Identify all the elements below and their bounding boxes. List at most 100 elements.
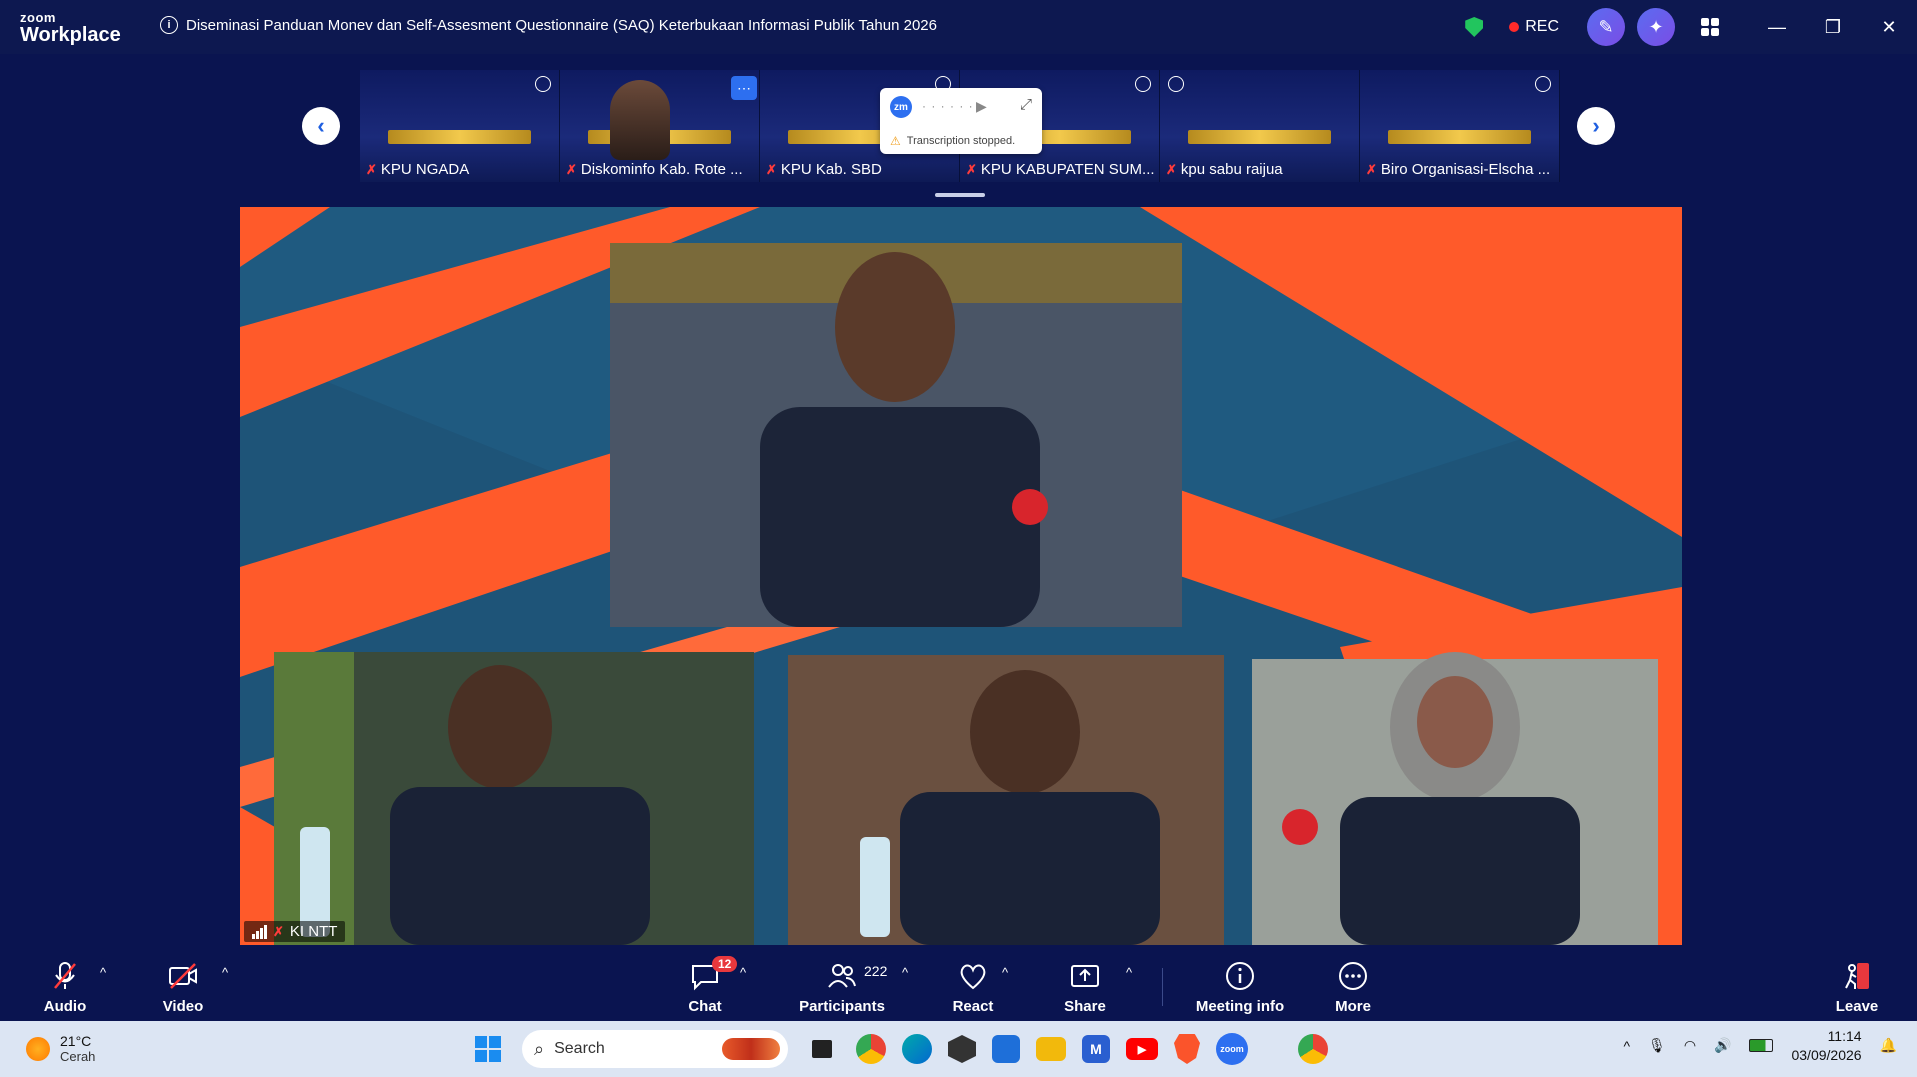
volume-icon[interactable]: 🔊 <box>1714 1037 1731 1054</box>
share-button[interactable]: Share <box>1060 945 1110 1021</box>
participants-button[interactable]: Participants <box>799 945 885 1021</box>
mic-muted-icon: ✗ <box>273 923 284 939</box>
mic-muted-icon: ✗ <box>966 161 977 177</box>
weather-widget[interactable]: 21°C Cerah <box>26 1033 95 1064</box>
participant-thumbnail[interactable]: ✗ kpu sabu raijua <box>1160 70 1360 182</box>
play-icon[interactable]: ▶ <box>976 98 987 115</box>
participants-options-caret-icon[interactable]: ^ <box>902 965 908 980</box>
audio-options-caret-icon[interactable]: ^ <box>100 965 106 980</box>
info-circle-icon <box>1226 962 1254 990</box>
thumbnail-name: kpu sabu raijua <box>1180 161 1283 178</box>
main-video-label: ✗ KI NTT <box>244 921 346 942</box>
search-icon: ⌕ <box>534 1038 545 1059</box>
audio-button[interactable]: Audio <box>40 945 90 1021</box>
recording-indicator[interactable]: REC <box>1509 18 1559 36</box>
expand-icon[interactable]: ⤢ <box>1020 96 1032 113</box>
thumbnail-name: KPU KABUPATEN SUM... <box>980 161 1155 178</box>
edge-icon[interactable] <box>902 1034 932 1064</box>
meeting-info-button[interactable]: Meeting info <box>1190 945 1290 1021</box>
microphone-in-use-icon[interactable]: 🎙 <box>1648 1037 1666 1054</box>
thumbnail-name: KPU NGADA <box>380 161 470 178</box>
mic-muted-icon: ✗ <box>566 161 577 177</box>
zoom-logo-icon: zm <box>890 96 912 118</box>
main-video-participant-name: KI NTT <box>289 923 338 940</box>
app-hexagon-icon[interactable] <box>948 1035 976 1063</box>
react-label: React <box>952 998 994 1015</box>
thumbnail-more-options-button[interactable]: ⋯ <box>731 76 757 100</box>
connection-signal-icon <box>252 924 267 939</box>
share-options-caret-icon[interactable]: ^ <box>1126 965 1132 980</box>
system-clock[interactable]: 11:14 03/09/2026 <box>1791 1027 1861 1065</box>
speaker-icon <box>535 76 551 92</box>
wifi-icon[interactable]: ◠ <box>1684 1037 1696 1054</box>
store-icon[interactable] <box>992 1035 1020 1063</box>
leave-label: Leave <box>1835 998 1879 1015</box>
thumbnail-name: KPU Kab. SBD <box>780 161 882 178</box>
participants-icon <box>828 964 856 988</box>
thumbnail-name: Diskominfo Kab. Rote ... <box>580 161 743 178</box>
notifications-icon[interactable]: 🔔 <box>1880 1037 1897 1054</box>
info-icon[interactable]: i <box>160 16 178 34</box>
ai-companion-button[interactable]: ✦ <box>1637 8 1675 46</box>
react-options-caret-icon[interactable]: ^ <box>1002 965 1008 980</box>
encryption-shield-icon[interactable] <box>1465 17 1484 37</box>
drag-handle-icon[interactable]: · · · · · · · <box>922 99 983 113</box>
close-icon[interactable]: ✕ <box>1861 17 1917 38</box>
chrome-profile-icon[interactable] <box>1298 1034 1328 1064</box>
chat-options-caret-icon[interactable]: ^ <box>740 965 746 980</box>
share-label: Share <box>1064 998 1106 1015</box>
next-page-button[interactable]: › <box>1577 107 1615 145</box>
minimize-icon[interactable]: — <box>1749 17 1805 38</box>
thumbnail-name: Biro Organisasi-Elscha ... <box>1380 161 1551 178</box>
strip-scroll-indicator[interactable] <box>935 193 985 197</box>
heart-icon <box>960 964 986 990</box>
chrome-icon[interactable] <box>856 1034 886 1064</box>
meeting-toolbar: Audio ^ Video ^ Chat ^ Participants 222 … <box>0 945 1917 1021</box>
participant-thumbnail[interactable]: ✗ KPU NGADA <box>360 70 560 182</box>
ai-companion-notes-button[interactable]: ✎ <box>1587 8 1625 46</box>
mic-muted-icon: ✗ <box>766 161 777 177</box>
meeting-title: i Diseminasi Panduan Monev dan Self-Asse… <box>160 16 937 34</box>
audio-label: Audio <box>43 998 87 1015</box>
file-explorer-icon[interactable] <box>1036 1037 1066 1061</box>
rec-dot-icon <box>1509 22 1520 32</box>
participant-thumbnail[interactable]: ✗ Biro Organisasi-Elscha ... <box>1360 70 1560 182</box>
youtube-icon[interactable]: ▶ <box>1126 1038 1158 1060</box>
meeting-title-text: Diseminasi Panduan Monev dan Self-Assesm… <box>186 16 937 34</box>
participant-thumbnail[interactable]: ✗ Diskominfo Kab. Rote ... <box>560 70 760 182</box>
view-grid-icon[interactable] <box>1701 18 1719 36</box>
speaker-icon <box>1168 76 1184 92</box>
speaker-icon <box>1535 76 1551 92</box>
search-placeholder: Search <box>554 1040 605 1057</box>
windows-start-icon[interactable] <box>470 1031 506 1067</box>
task-view-icon[interactable] <box>804 1031 840 1067</box>
chat-label: Chat <box>688 998 722 1015</box>
mic-muted-icon <box>54 962 76 989</box>
clock-time: 11:14 <box>1827 1028 1862 1044</box>
app-m-icon[interactable]: M <box>1082 1035 1110 1063</box>
speaker-icon <box>1135 76 1151 92</box>
battery-icon[interactable] <box>1749 1039 1774 1053</box>
previous-page-button[interactable]: ‹ <box>302 107 340 145</box>
react-button[interactable]: React <box>948 945 998 1021</box>
more-dots-icon <box>1339 962 1367 990</box>
chat-unread-badge: 12 <box>712 956 738 972</box>
transcription-popup: zm · · · · · · · ▶ ⤢ ⚠ Transcription stop… <box>880 88 1042 154</box>
clock-date: 03/09/2026 <box>1791 1046 1862 1063</box>
leave-button[interactable]: Leave <box>1832 945 1882 1021</box>
logo-line1: zoom <box>20 10 56 25</box>
zoom-logo: zoom Workplace <box>20 11 121 45</box>
video-label: Video <box>162 998 204 1015</box>
zoom-app-icon[interactable]: zoom <box>1216 1033 1248 1065</box>
more-button[interactable]: More <box>1328 945 1378 1021</box>
show-hidden-icons-chevron-icon[interactable]: ^ <box>1623 1038 1630 1054</box>
restore-icon[interactable]: ❐ <box>1805 17 1861 38</box>
meeting-info-label: Meeting info <box>1195 998 1285 1015</box>
main-video[interactable] <box>240 207 1682 945</box>
transcription-status: Transcription stopped. <box>906 135 1016 147</box>
brave-icon[interactable] <box>1174 1034 1200 1064</box>
weather-temperature: 21°C <box>60 1033 92 1049</box>
video-options-caret-icon[interactable]: ^ <box>222 965 228 980</box>
video-button[interactable]: Video <box>158 945 208 1021</box>
taskbar-search[interactable]: ⌕ Search <box>522 1030 788 1068</box>
